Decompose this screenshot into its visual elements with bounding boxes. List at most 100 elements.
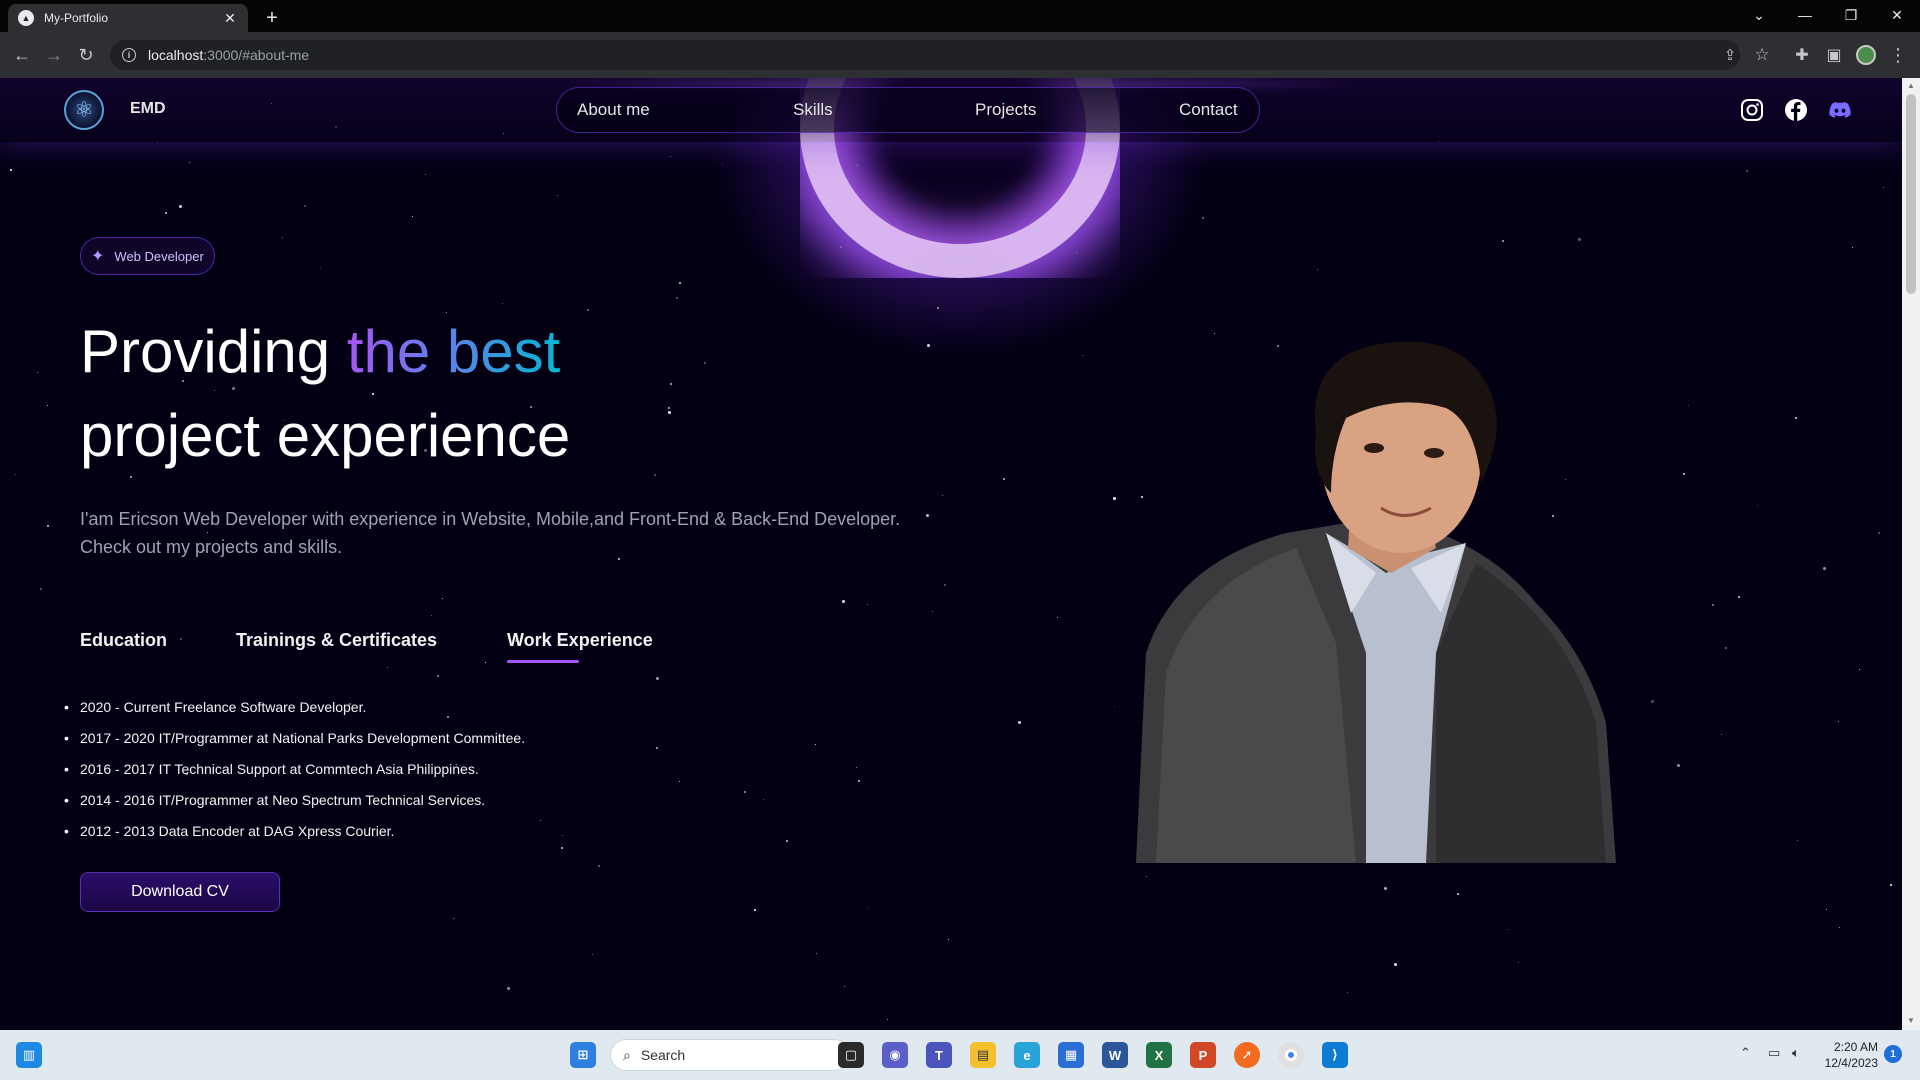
star-dot <box>1712 604 1715 607</box>
star-dot <box>844 985 846 987</box>
star-dot <box>556 195 558 197</box>
star-dot <box>1797 840 1799 842</box>
nav-link-contact[interactable]: Contact <box>1179 100 1238 120</box>
star-dot <box>668 410 672 414</box>
excel-icon[interactable]: X <box>1146 1042 1172 1068</box>
sparkle-icon: ✦ <box>91 248 105 265</box>
star-dot <box>763 798 765 800</box>
nav-link-projects[interactable]: Projects <box>975 100 1036 120</box>
list-item: 2014 - 2016 IT/Programmer at Neo Spectru… <box>64 785 525 816</box>
side-panel-icon[interactable]: ▣ <box>1820 41 1848 69</box>
hero-description-line1: I'am Ericson Web Developer with experien… <box>80 509 901 529</box>
bookmark-star-icon[interactable]: ☆ <box>1748 41 1776 69</box>
page-scrollbar[interactable]: ▲ ▼ <box>1902 78 1920 1030</box>
widgets-icon[interactable]: ▥ <box>16 1042 42 1068</box>
star-dot <box>814 743 816 745</box>
forward-icon[interactable]: → <box>40 41 68 69</box>
postman-icon[interactable]: ➚ <box>1234 1042 1260 1068</box>
teams-chat-icon[interactable]: ◉ <box>882 1042 908 1068</box>
star-dot <box>670 382 673 385</box>
role-badge-label: Web Developer <box>114 248 204 264</box>
atom-logo-icon[interactable]: ⚛ <box>64 90 104 130</box>
volume-icon[interactable]: 🔈︎ <box>1792 1045 1800 1061</box>
browser-tab[interactable]: ▲ My-Portfolio ✕ <box>8 4 248 32</box>
star-dot <box>46 524 49 527</box>
star-dot <box>857 779 860 782</box>
star-dot <box>453 917 455 919</box>
star-dot <box>1839 926 1841 928</box>
star-dot <box>743 791 746 794</box>
star-dot <box>1687 405 1689 407</box>
list-item: 2017 - 2020 IT/Programmer at National Pa… <box>64 723 525 754</box>
star-dot <box>1384 886 1388 890</box>
star-dot <box>943 583 946 586</box>
scroll-down-icon[interactable]: ▼ <box>1906 1016 1916 1026</box>
restore-icon[interactable]: ❐ <box>1828 0 1874 30</box>
nav-link-skills[interactable]: Skills <box>793 100 833 120</box>
extensions-icon[interactable]: ✚ <box>1788 41 1816 69</box>
system-clock[interactable]: 2:20 AM 12/4/2023 <box>1818 1039 1878 1071</box>
vscode-icon[interactable]: ⟩ <box>1322 1042 1348 1068</box>
scroll-up-icon[interactable]: ▲ <box>1906 81 1916 91</box>
tray-chevron-icon[interactable]: ⌃ <box>1740 1045 1751 1061</box>
star-dot <box>866 906 868 908</box>
notification-badge[interactable]: 1 <box>1884 1045 1902 1063</box>
task-view-icon[interactable]: ▢ <box>838 1042 864 1068</box>
scroll-thumb[interactable] <box>1906 94 1916 294</box>
brand-name[interactable]: EMD <box>130 100 166 118</box>
download-cv-button[interactable]: Download CV <box>80 872 280 912</box>
teams-icon[interactable]: T <box>926 1042 952 1068</box>
star-dot <box>1017 720 1021 724</box>
star-dot <box>597 865 600 868</box>
star-dot <box>841 600 845 603</box>
window-close-icon[interactable]: ✕ <box>1874 0 1920 30</box>
star-dot <box>47 404 48 406</box>
site-info-icon[interactable]: i <box>122 48 136 62</box>
star-dot <box>656 746 659 749</box>
taskbar-search-label: Search <box>640 1047 686 1063</box>
star-dot <box>1795 416 1798 419</box>
file-explorer-icon[interactable]: ▤ <box>970 1042 996 1068</box>
star-dot <box>14 474 16 476</box>
star-dot <box>178 205 182 209</box>
start-button-icon[interactable]: ⊞ <box>570 1042 596 1068</box>
list-item: 2016 - 2017 IT Technical Support at Comm… <box>64 754 525 785</box>
network-icon[interactable]: ▭ <box>1768 1045 1780 1061</box>
share-icon[interactable]: ⇪ <box>1716 41 1744 69</box>
reload-icon[interactable]: ↻ <box>72 41 100 69</box>
star-dot <box>887 1018 889 1020</box>
star-dot <box>540 820 542 822</box>
star-dot <box>941 494 943 496</box>
browser-tab-strip: ▲ My-Portfolio ✕ + ⌄ — ❐ ✕ <box>0 0 1920 32</box>
clock-date: 12/4/2023 <box>1824 1056 1878 1070</box>
star-dot <box>1145 876 1147 878</box>
clock-time: 2:20 AM <box>1833 1040 1878 1054</box>
star-dot <box>320 268 322 270</box>
nav-link-about-me[interactable]: About me <box>577 100 650 120</box>
menu-kebab-icon[interactable]: ⋮ <box>1884 41 1912 69</box>
star-dot <box>501 302 503 304</box>
new-tab-icon[interactable]: + <box>260 6 284 30</box>
minimize-icon[interactable]: — <box>1782 0 1828 30</box>
tab-close-icon[interactable]: ✕ <box>222 10 238 26</box>
profile-avatar[interactable] <box>1852 41 1880 69</box>
chrome-icon[interactable] <box>1278 1042 1304 1068</box>
edge-icon[interactable]: e <box>1014 1042 1040 1068</box>
powerpoint-icon[interactable]: P <box>1190 1042 1216 1068</box>
facebook-icon[interactable] <box>1784 98 1808 122</box>
tab-trainings-certificates[interactable]: Trainings & Certificates <box>236 630 437 651</box>
word-icon[interactable]: W <box>1102 1042 1128 1068</box>
store-icon[interactable]: ▦ <box>1058 1042 1084 1068</box>
tab-work-experience[interactable]: Work Experience <box>507 630 653 651</box>
star-dot <box>1851 246 1853 248</box>
back-icon[interactable]: ← <box>8 41 36 69</box>
discord-icon[interactable] <box>1828 98 1852 122</box>
tab-education[interactable]: Education <box>80 630 167 651</box>
nav-menu: About me Skills Projects Contact <box>556 87 1260 133</box>
star-dot <box>180 638 183 641</box>
instagram-icon[interactable] <box>1740 98 1764 122</box>
taskbar-search[interactable]: ⌕ Search <box>610 1039 850 1071</box>
star-dot <box>1746 169 1749 172</box>
address-bar[interactable]: i localhost:3000/#about-me <box>110 40 1740 70</box>
tab-search-icon[interactable]: ⌄ <box>1736 0 1782 30</box>
